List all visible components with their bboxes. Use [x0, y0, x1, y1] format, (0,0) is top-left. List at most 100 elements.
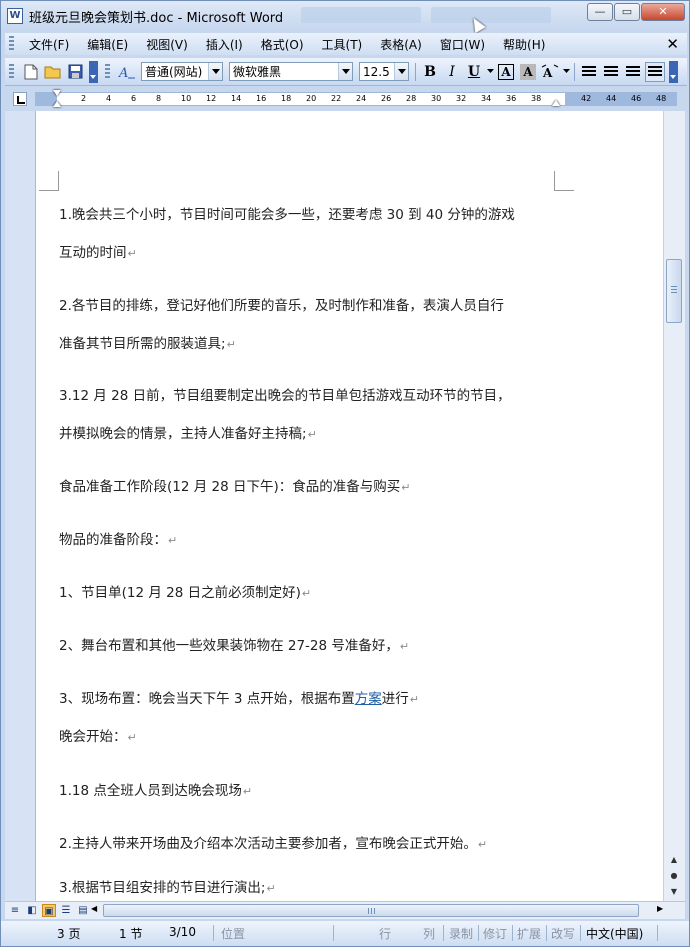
document-paragraph[interactable]: 准备其节目所需的服装道具;↵: [59, 332, 579, 352]
reading-layout-view-icon[interactable]: ▤: [76, 904, 90, 917]
character-border-button[interactable]: A: [496, 62, 516, 82]
hyperlink-plan[interactable]: 方案: [355, 691, 382, 707]
menu-window[interactable]: 窗口(W): [431, 36, 494, 53]
previous-page-icon[interactable]: ▲: [667, 853, 681, 867]
style-value: 普通(网站): [145, 65, 203, 79]
save-icon[interactable]: [65, 62, 85, 82]
paragraph-mark-icon: ↵: [307, 428, 317, 441]
toolbar-options-chevron-2[interactable]: [669, 60, 678, 83]
minimize-button[interactable]: —: [587, 3, 613, 21]
document-paragraph[interactable]: 2.主持人带来开场曲及介绍本次活动主要参加者，宣布晚会正式开始。↵: [59, 832, 579, 852]
font-combo[interactable]: 微软雅黑: [229, 62, 353, 81]
open-folder-icon[interactable]: [43, 62, 63, 82]
chevron-down-icon[interactable]: [338, 63, 352, 80]
document-paragraph[interactable]: 1.18 点全班人员到达晚会现场↵: [59, 779, 579, 799]
status-separator: [657, 925, 658, 941]
styles-and-formatting-icon[interactable]: A: [117, 62, 137, 82]
underline-button[interactable]: U: [464, 62, 484, 82]
paragraph-mark-icon: ↵: [401, 481, 411, 494]
menu-insert[interactable]: 插入(I): [197, 36, 252, 53]
menu-format[interactable]: 格式(O): [252, 36, 313, 53]
document-paragraph[interactable]: 3.12 月 28 日前，节目组要制定出晚会的节目单包括游戏互动环节的节目，: [59, 384, 579, 404]
menu-file[interactable]: 文件(F): [20, 36, 78, 53]
underline-dropdown-chevron-icon[interactable]: [486, 62, 494, 82]
document-paragraph[interactable]: 晚会开始：↵: [59, 725, 579, 745]
scroll-left-icon[interactable]: ◀: [91, 904, 97, 913]
document-paragraph[interactable]: 3、现场布置：晚会当天下午 3 点开始，根据布置方案进行↵: [59, 687, 579, 707]
ruler-row: 2 4 6 8 10 12 14 16 18 20 22 24 26 28 30 32 34 36 38 42 44 46…: [5, 89, 687, 109]
status-record[interactable]: 录制: [449, 925, 473, 942]
font-value: 微软雅黑: [233, 65, 282, 79]
next-page-icon[interactable]: ▼: [667, 885, 681, 899]
menu-edit[interactable]: 编辑(E): [78, 36, 137, 53]
normal-view-icon[interactable]: ≡: [8, 904, 22, 917]
toolbar-grip-2[interactable]: [105, 63, 110, 80]
status-revise[interactable]: 修订: [483, 925, 507, 942]
document-paragraph[interactable]: 2、舞台布置和其他一些效果装饰物在 27-28 号准备好，↵: [59, 634, 579, 654]
outline-view-icon[interactable]: ☰: [59, 904, 73, 917]
status-language[interactable]: 中文(中国): [586, 925, 643, 942]
status-page: 3 页: [57, 927, 81, 941]
tab-selector-icon[interactable]: [13, 92, 27, 106]
status-extend[interactable]: 扩展: [517, 925, 541, 942]
first-line-indent-marker[interactable]: [53, 90, 61, 96]
menu-view[interactable]: 视图(V): [137, 36, 197, 53]
character-scaling-icon[interactable]: A: [540, 62, 560, 82]
document-paragraph[interactable]: 并模拟晚会的情景，主持人准备好主持稿;↵: [59, 422, 579, 442]
menu-help[interactable]: 帮助(H): [494, 36, 554, 53]
toolbar-grip[interactable]: [9, 63, 14, 80]
right-indent-marker[interactable]: [552, 100, 560, 106]
ruler-tick-label: 42: [581, 94, 592, 103]
vertical-scroll-thumb[interactable]: [666, 259, 682, 323]
close-document-button[interactable]: ✕: [666, 35, 679, 53]
scroll-right-icon[interactable]: ▶: [657, 904, 663, 913]
align-center-icon[interactable]: [601, 62, 621, 82]
select-browse-object-icon[interactable]: ●: [667, 869, 681, 883]
print-layout-view-icon[interactable]: ▣: [42, 904, 56, 917]
justify-icon[interactable]: [645, 61, 665, 82]
chevron-down-icon[interactable]: [208, 63, 222, 80]
status-bar: 3 页 1 节 3/10 位置 行 列 录制 修订 扩展 改写 中文(中国): [1, 921, 689, 946]
italic-button[interactable]: I: [442, 62, 462, 82]
svg-text:A: A: [542, 66, 553, 80]
horizontal-scroll-thumb[interactable]: [103, 904, 639, 917]
scaling-dropdown-chevron-icon[interactable]: [562, 62, 570, 82]
toolbar-options-chevron[interactable]: [89, 60, 98, 83]
bold-button[interactable]: B: [420, 62, 440, 82]
ruler-tick-label: 12: [206, 94, 217, 103]
status-overtype[interactable]: 改写: [551, 925, 575, 942]
menubar-grip[interactable]: [9, 36, 14, 52]
ruler-tick-label: 8: [156, 94, 162, 103]
document-paragraph[interactable]: 互动的时间↵: [59, 241, 579, 261]
document-paragraph[interactable]: 2.各节目的排练，登记好他们所要的音乐，及时制作和准备，表演人员自行: [59, 294, 579, 314]
new-document-icon[interactable]: [21, 62, 41, 82]
menu-table[interactable]: 表格(A): [371, 36, 431, 53]
hanging-indent-marker[interactable]: [53, 101, 61, 107]
paragraph-mark-icon: ↵: [301, 587, 312, 600]
document-paragraph[interactable]: 1、节目单(12 月 28 日之前必须制定好)↵: [59, 581, 579, 601]
chevron-down-icon[interactable]: [394, 63, 408, 80]
vertical-scrollbar[interactable]: ▲ ● ▼: [663, 111, 685, 901]
paragraph-mark-icon: ↵: [168, 534, 178, 547]
document-paragraph[interactable]: 3.根据节目组安排的节目进行演出;↵: [59, 876, 579, 896]
document-paragraph[interactable]: 1.晚会共三个小时，节目时间可能会多一些，还要考虑 30 到 40 分钟的游戏: [59, 203, 579, 223]
status-line: 行: [379, 927, 392, 941]
align-left-icon[interactable]: [579, 62, 599, 82]
character-shading-button[interactable]: A: [518, 62, 538, 82]
close-window-button[interactable]: ✕: [641, 3, 685, 21]
word-doc-icon[interactable]: W: [7, 8, 23, 24]
menu-tools[interactable]: 工具(T): [313, 36, 372, 53]
maximize-button[interactable]: ▭: [614, 3, 640, 21]
align-right-icon[interactable]: [623, 62, 643, 82]
horizontal-ruler[interactable]: 2 4 6 8 10 12 14 16 18 20 22 24 26 28 30 32 34 36 38 42 44 46…: [35, 90, 677, 107]
document-paragraph[interactable]: 食品准备工作阶段(12 月 28 日下午)：食品的准备与购买↵: [59, 475, 579, 495]
ruler-tick-label: 48: [656, 94, 667, 103]
style-combo[interactable]: 普通(网站): [141, 62, 223, 81]
horizontal-scrollbar[interactable]: ◀ ▶: [91, 904, 675, 917]
document-page[interactable]: 1.晚会共三个小时，节目时间可能会多一些，还要考虑 30 到 40 分钟的游戏互…: [35, 111, 663, 901]
font-size-combo[interactable]: 12.5: [359, 62, 409, 81]
document-paragraph[interactable]: 物品的准备阶段：↵: [59, 528, 579, 548]
window-title: 班级元旦晚会策划书.doc - Microsoft Word: [29, 10, 284, 26]
status-separator: [580, 925, 581, 941]
web-layout-view-icon[interactable]: ◧: [25, 904, 39, 917]
